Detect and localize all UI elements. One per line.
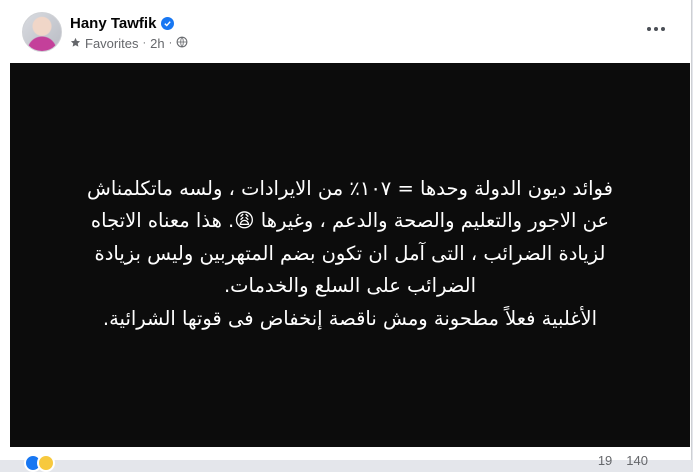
post-card: Hany Tawfik Favorites · 2h · فوائد ديون …: [0, 0, 692, 472]
separator-dot: ·: [142, 37, 147, 49]
separator-dot: ·: [168, 37, 173, 49]
post-meta: Favorites · 2h ·: [70, 35, 188, 51]
author-name[interactable]: Hany Tawfik: [70, 15, 156, 32]
post-text: فوائد ديون الدولة وحدها = ١٠٧٪ من الايرا…: [87, 176, 613, 330]
comments-count[interactable]: 19: [598, 453, 612, 468]
reaction-icons[interactable]: [24, 454, 55, 472]
haha-reaction-icon: [37, 454, 55, 472]
post-footer: 19 140: [10, 447, 690, 472]
post-text-background: فوائد ديون الدولة وحدها = ١٠٧٪ من الايرا…: [10, 63, 690, 447]
post-header: Hany Tawfik Favorites · 2h ·: [22, 12, 682, 54]
author-row: Hany Tawfik: [70, 13, 175, 33]
audience-label[interactable]: Favorites: [85, 36, 138, 51]
verified-badge-icon: [161, 16, 175, 30]
star-icon: [70, 36, 81, 51]
shares-count[interactable]: 140: [626, 453, 648, 468]
engagement-counts: 19 140: [598, 453, 648, 468]
author-avatar[interactable]: [22, 12, 62, 52]
globe-icon[interactable]: [176, 36, 188, 51]
more-options-icon[interactable]: [640, 18, 672, 40]
post-timestamp[interactable]: 2h: [150, 36, 164, 51]
